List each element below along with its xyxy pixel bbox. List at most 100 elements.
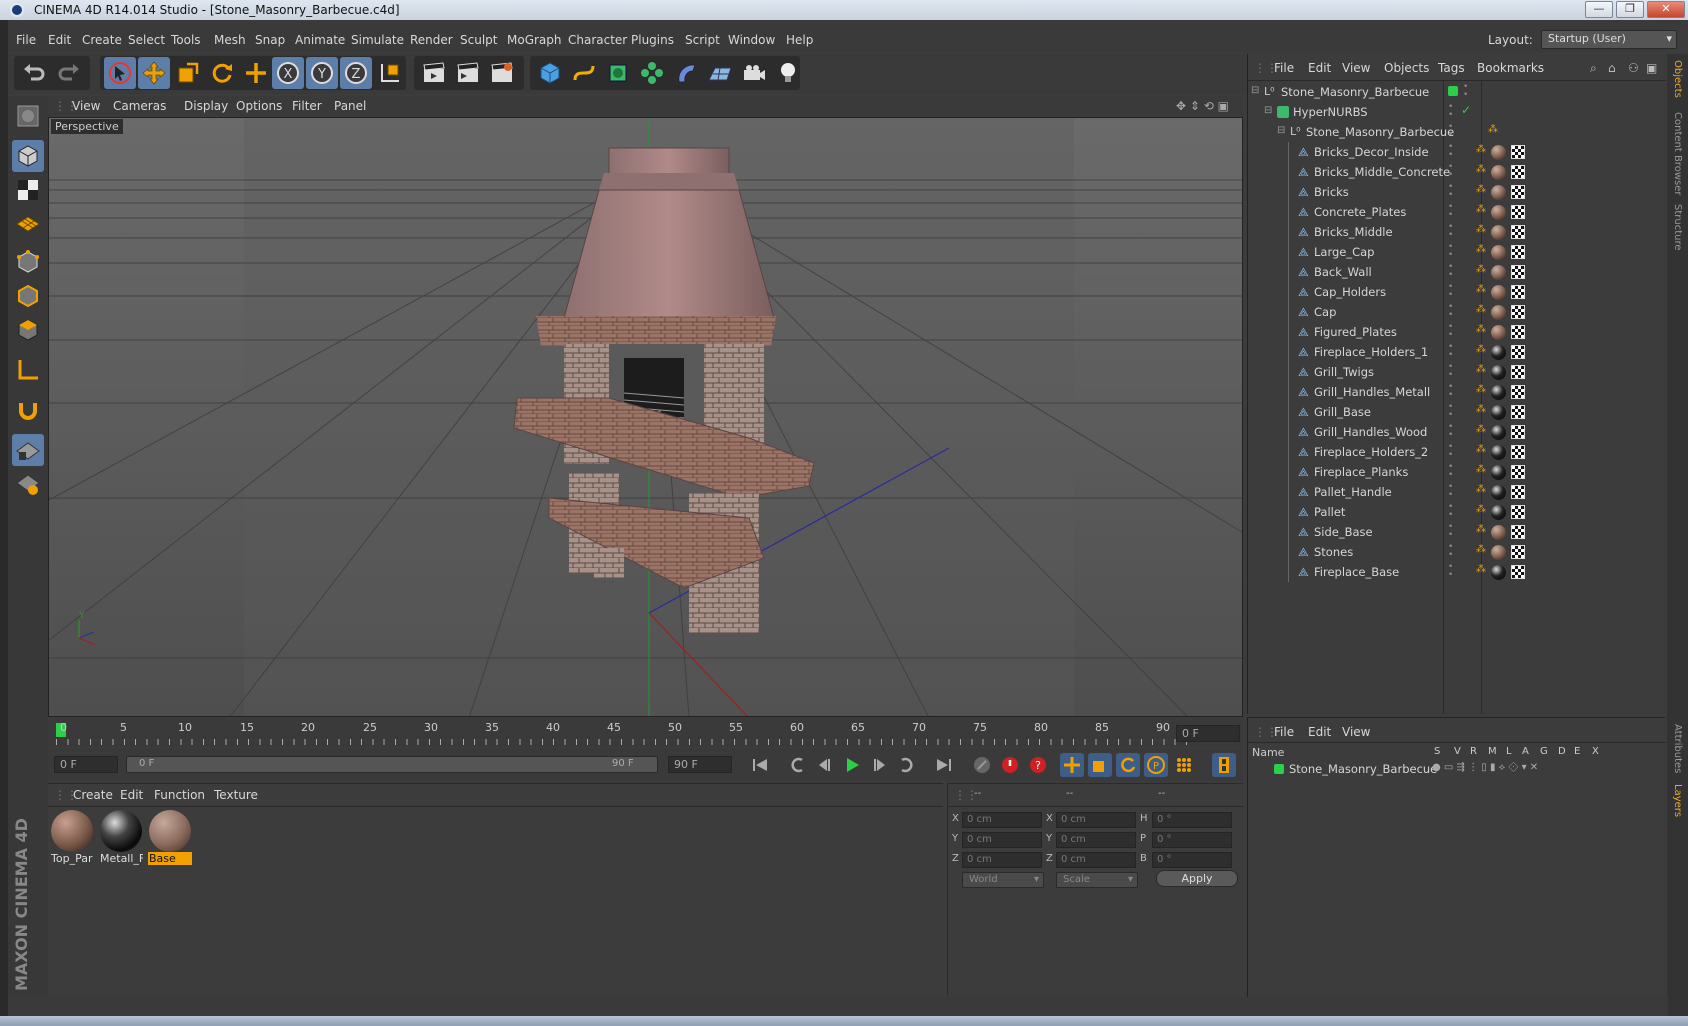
material-tag-icon[interactable]	[1491, 385, 1506, 400]
texture-mode-button[interactable]	[12, 174, 44, 206]
layer-toggles-icon[interactable]: ● ▭ ⇶ ⋮ ▯ ▮ ⟡ ⟐ ▾ ✕	[1432, 762, 1538, 773]
material-tag-icon[interactable]	[1491, 345, 1506, 360]
move-tool-button[interactable]	[138, 57, 170, 89]
uvw-tag-icon[interactable]	[1511, 445, 1525, 459]
menu-edit[interactable]: Edit	[48, 33, 71, 47]
visibility-dots-icon[interactable]: • •	[1448, 323, 1453, 340]
material-tag-icon[interactable]	[1491, 165, 1506, 180]
object-search-icon[interactable]: ⌕	[1590, 61, 1597, 76]
object-menu-tags[interactable]: Tags	[1438, 61, 1465, 75]
layout-select[interactable]: Startup (User) ▾	[1541, 30, 1677, 49]
visibility-dots-icon[interactable]: • •	[1448, 423, 1453, 440]
position-y-field[interactable]: 0 cm	[962, 832, 1042, 848]
spline-button[interactable]	[568, 57, 600, 89]
phong-tag-icon[interactable]: ⁂	[1476, 184, 1486, 195]
material-swatch[interactable]: Top_Par	[50, 810, 94, 868]
menu-plugins[interactable]: Plugins	[631, 33, 674, 47]
object-row[interactable]: ⟁ Fireplace_Base • • ⁂	[1248, 562, 1666, 582]
object-row[interactable]: ⟁ Grill_Handles_Wood • • ⁂	[1248, 422, 1666, 442]
collapse-icon[interactable]: ⊟	[1264, 105, 1272, 116]
object-menu-view[interactable]: View	[1342, 61, 1370, 75]
uvw-tag-icon[interactable]	[1511, 505, 1525, 519]
object-row[interactable]: ⟁ Bricks_Middle_Concrete • • ⁂	[1248, 162, 1666, 182]
phong-tag-icon[interactable]: ⁂	[1476, 544, 1486, 555]
object-row[interactable]: ⟁ Fireplace_Holders_1 • • ⁂	[1248, 342, 1666, 362]
key-pla-button[interactable]	[1172, 753, 1196, 777]
key-parameter-button[interactable]: P	[1144, 753, 1168, 777]
menu-create[interactable]: Create	[82, 33, 122, 47]
enabled-check-icon[interactable]: ✓	[1461, 103, 1471, 117]
record-active-objects-button[interactable]	[970, 753, 994, 777]
object-row[interactable]: ⟁ Cap • • ⁂	[1248, 302, 1666, 322]
light-button[interactable]	[772, 57, 804, 89]
phong-tag-icon[interactable]: ⁂	[1476, 424, 1486, 435]
material-tag-icon[interactable]	[1491, 265, 1506, 280]
timeline-ruler[interactable]: 0 5 10 15 20 25 30 35 40 45 50 55 60 65 …	[48, 719, 1243, 747]
object-row[interactable]: ⟁ Grill_Handles_Metall • • ⁂	[1248, 382, 1666, 402]
object-row[interactable]: ⟁ Large_Cap • • ⁂	[1248, 242, 1666, 262]
render-settings-button[interactable]	[486, 57, 518, 89]
phong-tag-icon[interactable]: ⁂	[1476, 364, 1486, 375]
object-row[interactable]: ⟁ Grill_Twigs • • ⁂	[1248, 362, 1666, 382]
viewport-nav-icons[interactable]: ✥ ⇕ ⟲ ▣	[1176, 99, 1229, 113]
menu-window[interactable]: Window	[728, 33, 775, 47]
new-window-icon[interactable]: ▣	[1646, 61, 1657, 75]
object-row[interactable]: ⟁ Fireplace_Planks • • ⁂	[1248, 462, 1666, 482]
viewport-menu-options[interactable]: Options	[236, 99, 282, 113]
workplane-mode-button[interactable]	[12, 208, 44, 240]
render-picture-viewer-button[interactable]	[452, 57, 484, 89]
y-axis-lock-button[interactable]: Y	[306, 57, 338, 89]
axis-mode-button[interactable]	[12, 354, 44, 386]
material-tag-icon[interactable]	[1491, 325, 1506, 340]
tab-objects[interactable]: Objects	[1672, 60, 1683, 98]
go-to-start-button[interactable]	[748, 753, 772, 777]
object-row[interactable]: ⟁ Cap_Holders • • ⁂	[1248, 282, 1666, 302]
rotation-h-field[interactable]: 0 °	[1152, 812, 1232, 828]
object-menu-file[interactable]: File	[1274, 61, 1294, 75]
menu-mesh[interactable]: Mesh	[214, 33, 246, 47]
make-editable-button[interactable]	[12, 100, 44, 132]
material-tag-icon[interactable]	[1491, 545, 1506, 560]
uvw-tag-icon[interactable]	[1511, 425, 1525, 439]
go-to-end-button[interactable]	[932, 753, 956, 777]
timeline-window-button[interactable]	[1212, 753, 1236, 777]
visibility-dots-icon[interactable]: • •	[1448, 463, 1453, 480]
visibility-dots-icon[interactable]: • •	[1448, 363, 1453, 380]
nurbs-button[interactable]	[602, 57, 634, 89]
visibility-dots-icon[interactable]: • •	[1448, 183, 1453, 200]
phong-tag-icon[interactable]: ⁂	[1476, 224, 1486, 235]
render-view-button[interactable]	[418, 57, 450, 89]
phong-tag-icon[interactable]: ⁂	[1476, 484, 1486, 495]
link-icon[interactable]: ⚇	[1628, 61, 1639, 75]
visibility-dots-icon[interactable]: • •	[1448, 523, 1453, 540]
menu-character[interactable]: Character	[568, 33, 627, 47]
redo-button[interactable]	[53, 57, 85, 89]
uvw-tag-icon[interactable]	[1511, 285, 1525, 299]
collapse-icon[interactable]: ⊟	[1251, 85, 1259, 96]
visibility-dots-icon[interactable]: • •	[1448, 443, 1453, 460]
object-row[interactable]: ⟁ Concrete_Plates • • ⁂	[1248, 202, 1666, 222]
phong-tag-icon[interactable]: ⁂	[1476, 324, 1486, 335]
next-frame-button[interactable]	[868, 753, 892, 777]
object-menu-bookmarks[interactable]: Bookmarks	[1477, 61, 1544, 75]
start-frame-field[interactable]: 0 F	[54, 756, 118, 773]
uvw-tag-icon[interactable]	[1511, 245, 1525, 259]
material-tag-icon[interactable]	[1491, 445, 1506, 460]
menu-sculpt[interactable]: Sculpt	[460, 33, 497, 47]
perspective-viewport[interactable]: Y Perspective	[48, 117, 1243, 717]
object-row[interactable]: ⟁ Grill_Base • • ⁂	[1248, 402, 1666, 422]
layer-row[interactable]: Stone_Masonry_Barbecue ● ▭ ⇶ ⋮ ▯ ▮ ⟡ ⟐ ▾…	[1248, 760, 1666, 780]
rotation-p-field[interactable]: 0 °	[1152, 832, 1232, 848]
object-row[interactable]: ⟁ Bricks_Middle • • ⁂	[1248, 222, 1666, 242]
phong-tag-icon[interactable]: ⁂	[1488, 124, 1498, 135]
viewport-menu-view[interactable]: View	[72, 99, 100, 113]
menu-simulate[interactable]: Simulate	[351, 33, 404, 47]
uvw-tag-icon[interactable]	[1511, 465, 1525, 479]
close-button[interactable]: ✕	[1647, 1, 1685, 18]
size-y-field[interactable]: 0 cm	[1056, 832, 1136, 848]
cube-primitive-button[interactable]	[534, 57, 566, 89]
key-scale-button[interactable]	[1088, 753, 1112, 777]
tab-content-browser[interactable]: Content Browser	[1672, 112, 1683, 195]
live-selection-button[interactable]	[104, 57, 136, 89]
coordinate-space-dropdown[interactable]: World ▾	[962, 872, 1044, 888]
